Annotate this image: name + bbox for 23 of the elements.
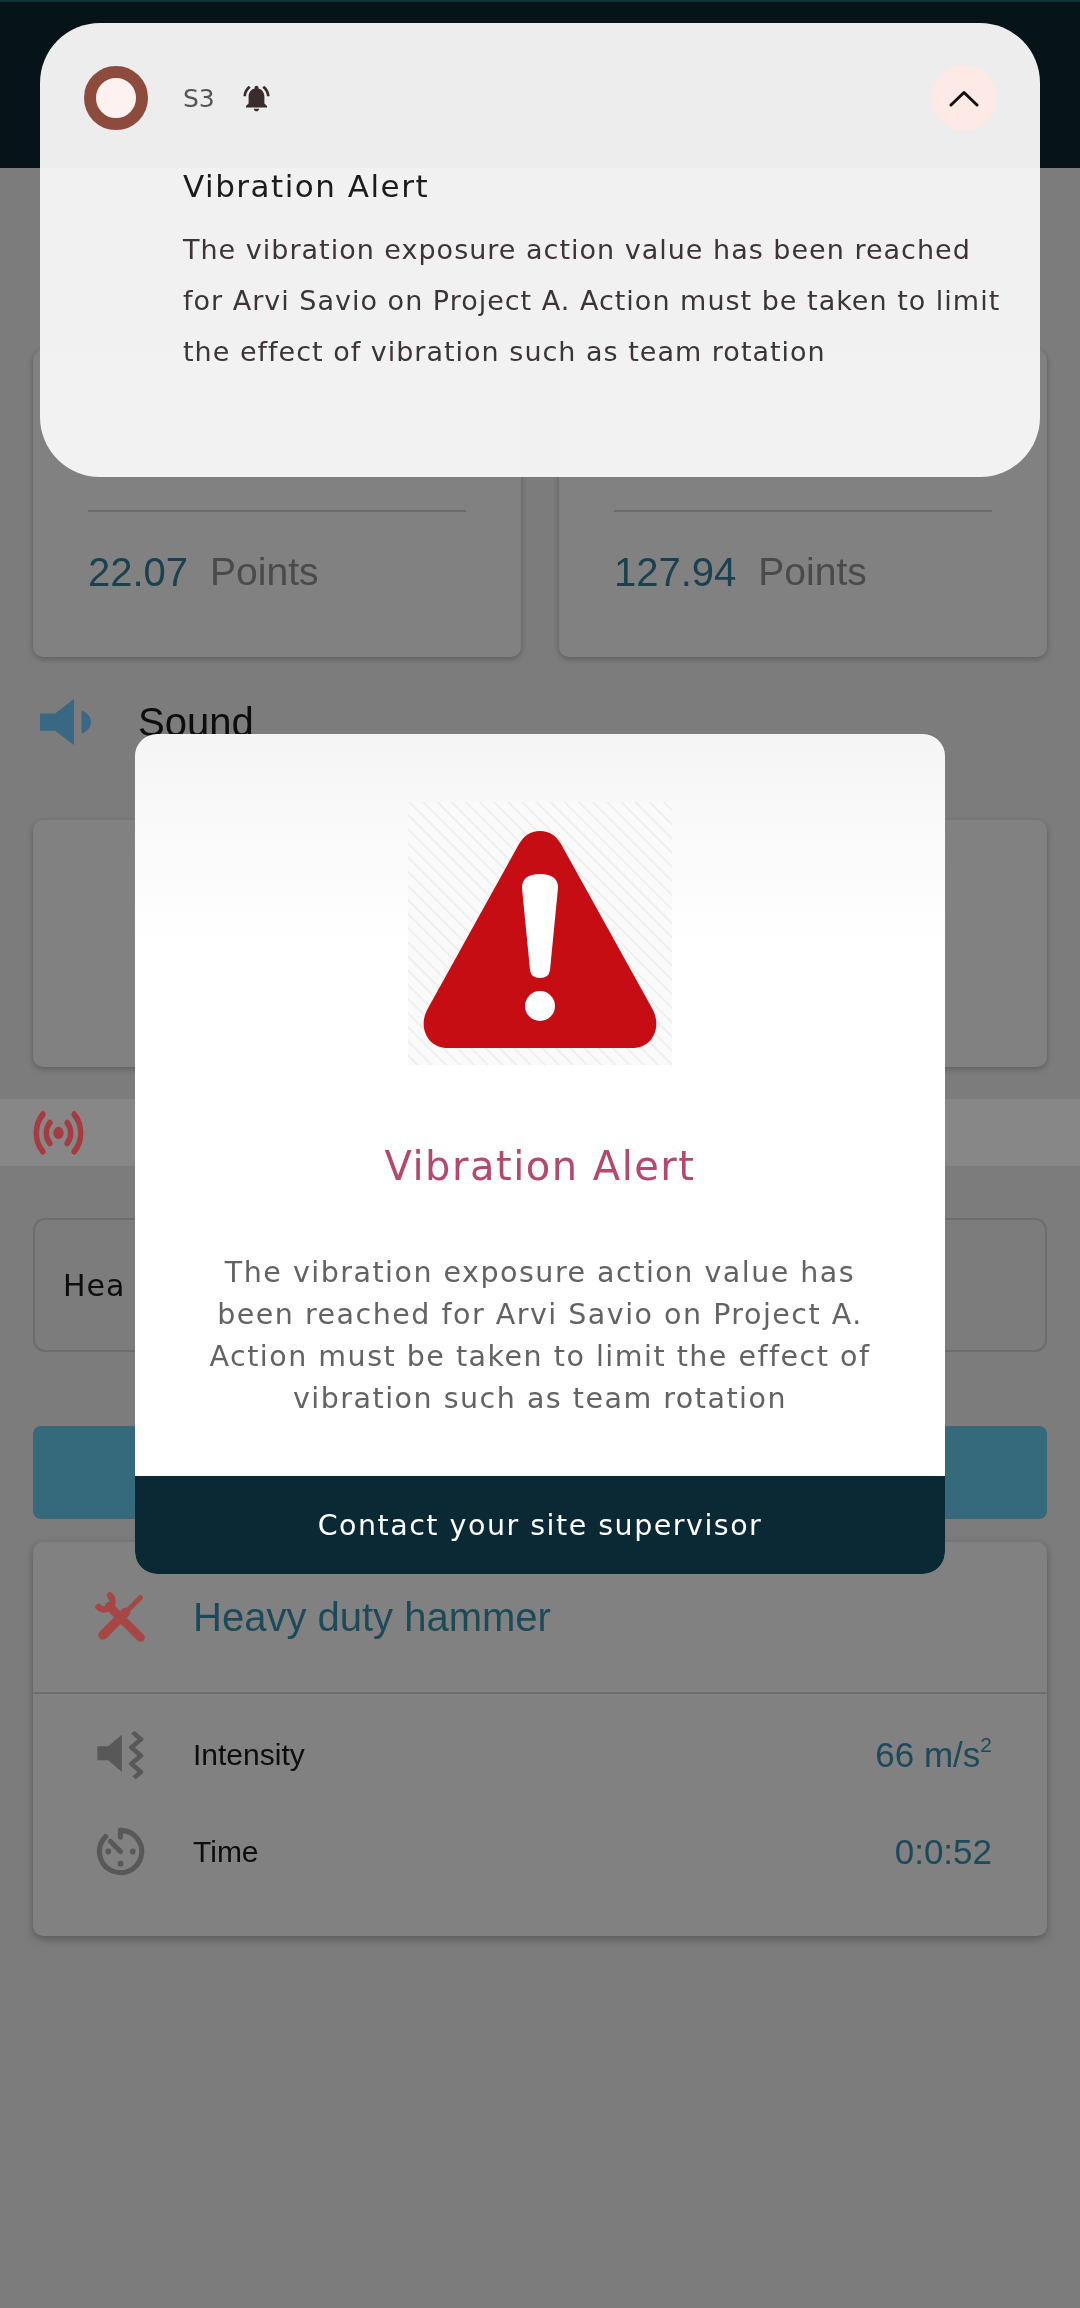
tools-icon — [93, 1589, 148, 1645]
points-value: 22.07 — [88, 549, 189, 595]
timer-icon — [96, 1827, 145, 1876]
speaker-icon — [40, 699, 91, 745]
dialog-message: The vibration exposure action value has been reached for Arvi Savio on Project A. Action must be taken to limit the effect of vibration such as team rotation — [208, 1255, 872, 1417]
bell-icon — [242, 84, 270, 112]
vibrating-speaker-icon — [96, 1730, 145, 1779]
notification-panel[interactable]: S3 Vibration Alert The vibration exposure action value has been reached for Arvi Savio on Project A. Action must be taken to limit the effect of vibration such as team rotation — [40, 23, 1040, 477]
metric-value: 66 m/s$^{2}$ — [875, 1734, 992, 1775]
notification-title: Vibration Alert — [183, 167, 431, 206]
contact-supervisor-button[interactable]: Contact your site supervisor — [135, 1476, 945, 1574]
app-label: S3 — [183, 83, 215, 113]
chevron-up-icon — [949, 89, 979, 107]
points-value: 127.94 — [614, 549, 737, 595]
app-ring-icon — [84, 66, 148, 130]
metric-value: 0:0:52 — [894, 1831, 992, 1872]
metric-label: Intensity — [193, 1737, 305, 1772]
metric-label: Time — [193, 1834, 259, 1869]
notification-message: The vibration exposure action value has been reached for Arvi Savio on Project A. Action must be taken to limit the effect of vibration such as team rotation — [183, 233, 1002, 369]
tool-name: Heavy duty hammer — [193, 1594, 551, 1640]
warning-icon — [408, 802, 672, 1065]
vibration-waves-icon — [33, 1110, 84, 1155]
dialog-title: Vibration Alert — [384, 1142, 696, 1191]
